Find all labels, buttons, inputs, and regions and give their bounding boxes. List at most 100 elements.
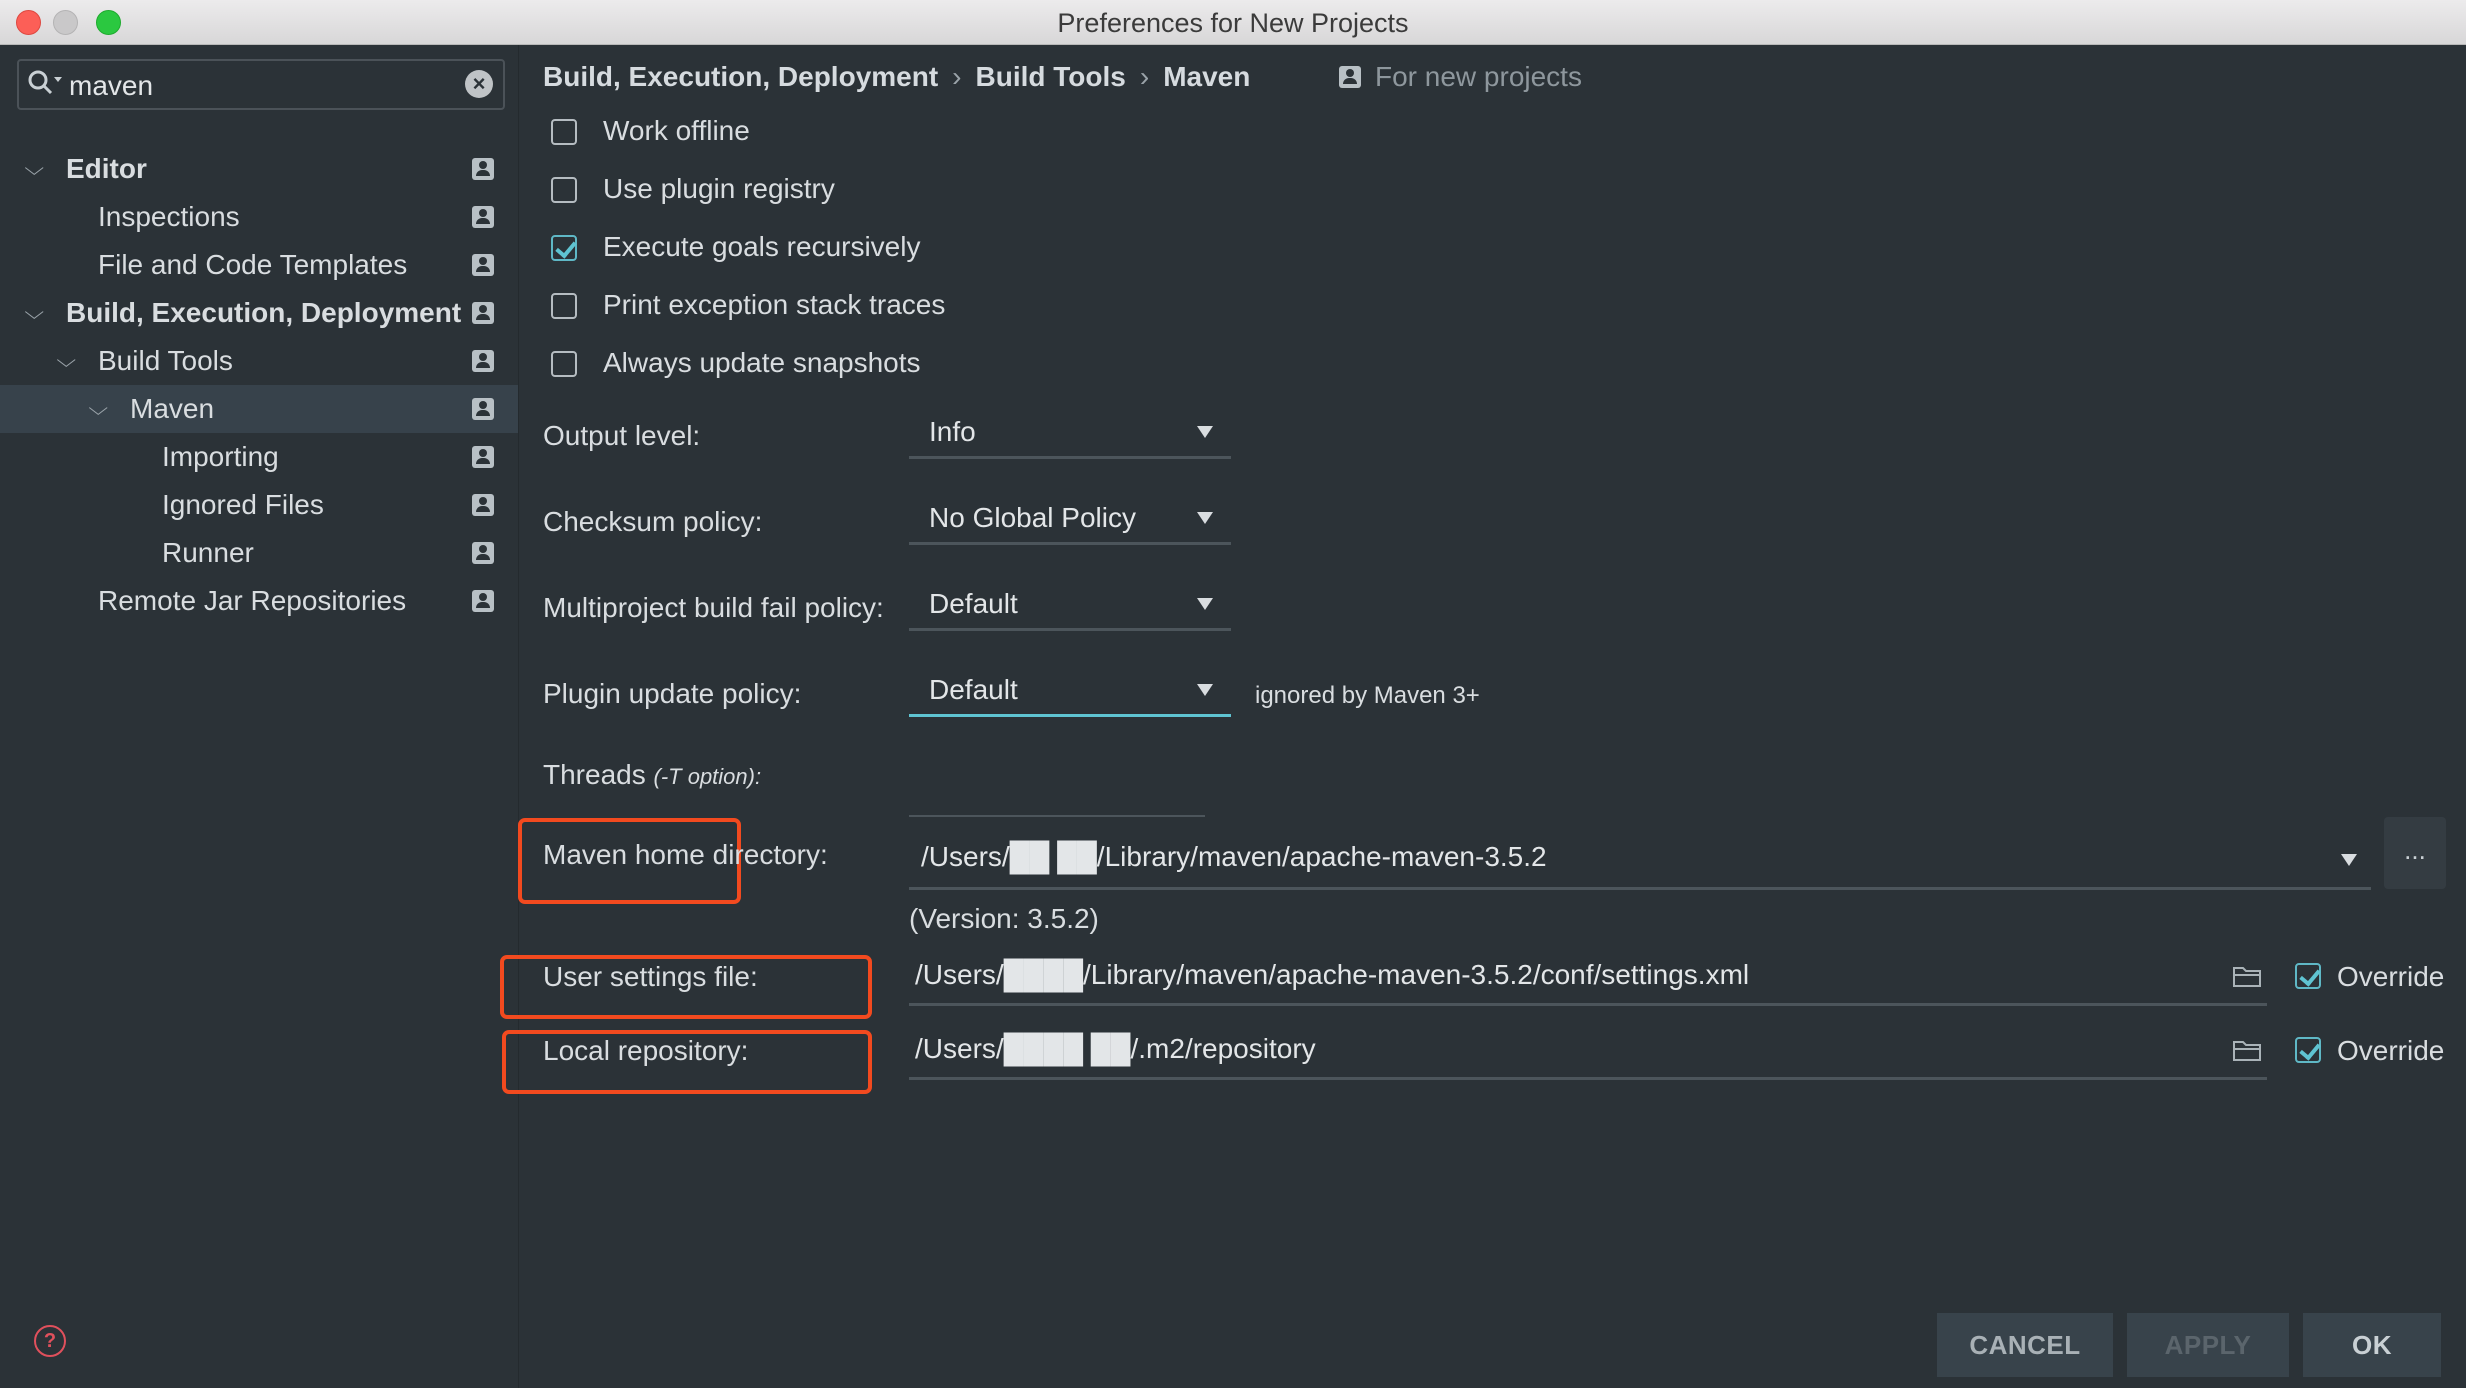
threads-input[interactable] — [909, 779, 1205, 817]
checksum-policy-select[interactable]: No Global Policy — [909, 496, 1231, 545]
checkbox-box[interactable] — [551, 235, 577, 261]
checkbox-label: Execute goals recursively — [603, 231, 921, 262]
chevron-down-icon[interactable]: ⌵ — [56, 337, 87, 385]
plugin-update-note: ignored by Maven 3+ — [1255, 682, 1480, 709]
user-settings-file-label: User settings file: — [543, 961, 758, 992]
checkbox-box[interactable] — [2295, 963, 2321, 989]
project-scope-icon — [472, 350, 494, 372]
maven-version: (Version: 3.5.2) — [909, 903, 1099, 934]
settings-search: × — [17, 59, 505, 110]
browse-maven-home-button[interactable]: ... — [2384, 817, 2446, 889]
title-bar: Preferences for New Projects — [0, 0, 2466, 45]
sidebar-item-label: Ignored Files — [162, 489, 324, 520]
sidebar-item-file-and-code-templates[interactable]: File and Code Templates — [0, 241, 518, 289]
sidebar-item-label: Maven — [130, 393, 215, 424]
chevron-down-icon[interactable]: ⌵ — [24, 289, 55, 337]
settings-sidebar: × ⌵ Editor Inspections File and Code Tem… — [0, 45, 519, 1388]
select-value: No Global Policy — [929, 502, 1136, 533]
checkbox-label: Print exception stack traces — [603, 289, 946, 320]
threads-label-text: Threads — [543, 759, 646, 790]
output-level-label: Output level: — [543, 420, 701, 451]
breadcrumb-item: Maven — [1163, 61, 1251, 92]
output-level-select[interactable]: Info — [909, 410, 1231, 459]
project-scope-icon — [472, 494, 494, 516]
sidebar-item-importing[interactable]: Importing — [0, 433, 518, 481]
apply-button[interactable]: APPLY — [2127, 1313, 2289, 1377]
sidebar-item-editor[interactable]: ⌵ Editor — [0, 145, 518, 193]
cancel-button[interactable]: CANCEL — [1937, 1313, 2113, 1377]
breadcrumb-item: Build, Execution, Deployment — [543, 61, 939, 92]
user-settings-path: /Users/████/Library/maven/apache-maven-3… — [915, 959, 1750, 990]
folder-icon[interactable] — [2233, 965, 2261, 987]
project-scope-icon — [472, 158, 494, 180]
sidebar-item-label: Editor — [66, 153, 147, 184]
dropdown-arrow-icon — [1197, 598, 1213, 610]
multiproject-fail-policy-select[interactable]: Default — [909, 582, 1231, 631]
sidebar-item-label: Importing — [162, 441, 279, 472]
dropdown-arrow-icon — [1197, 684, 1213, 696]
sidebar-item-build-execution-deployment[interactable]: ⌵ Build, Execution, Deployment — [0, 289, 518, 337]
sidebar-item-build-tools[interactable]: ⌵ Build Tools — [0, 337, 518, 385]
plugin-update-policy-select[interactable]: Default — [909, 668, 1231, 717]
help-icon[interactable]: ? — [34, 1325, 66, 1357]
clear-search-icon[interactable]: × — [465, 70, 493, 98]
maven-home-directory-combo[interactable]: /Users/██ ██/Library/maven/apache-maven-… — [909, 829, 2371, 890]
threads-hint: (-T option): — [653, 764, 762, 789]
scope-indicator: For new projects — [1339, 61, 1582, 93]
multiproject-fail-policy-label: Multiproject build fail policy: — [543, 592, 884, 623]
sidebar-item-inspections[interactable]: Inspections — [0, 193, 518, 241]
sidebar-item-label: Inspections — [98, 201, 240, 232]
project-scope-icon — [472, 206, 494, 228]
search-icon[interactable] — [27, 69, 67, 97]
select-value: Default — [929, 588, 1018, 619]
project-scope-icon — [472, 446, 494, 468]
scope-label: For new projects — [1375, 61, 1582, 92]
sidebar-item-label: File and Code Templates — [98, 249, 408, 280]
select-value: Default — [929, 674, 1018, 705]
checkbox-label: Work offline — [603, 115, 750, 146]
ok-button[interactable]: OK — [2303, 1313, 2441, 1377]
project-scope-icon — [472, 302, 494, 324]
checkbox-label: Override — [2337, 961, 2445, 992]
breadcrumb-separator: › — [1139, 61, 1150, 92]
sidebar-item-remote-jar-repositories[interactable]: Remote Jar Repositories — [0, 577, 518, 625]
checksum-policy-label: Checksum policy: — [543, 506, 763, 537]
project-scope-icon — [472, 590, 494, 612]
project-scope-icon — [472, 254, 494, 276]
checkbox-label: Always update snapshots — [603, 347, 921, 378]
checkbox-label: Use plugin registry — [603, 173, 835, 204]
dropdown-arrow-icon[interactable] — [2341, 854, 2357, 866]
search-input[interactable] — [67, 61, 451, 110]
breadcrumb: Build, Execution, Deployment › Build Tools… — [543, 61, 1250, 93]
project-scope-icon — [472, 542, 494, 564]
threads-label: Threads (-T option): — [543, 759, 761, 791]
sidebar-item-label: Build, Execution, Deployment — [66, 297, 462, 328]
dropdown-arrow-icon — [1197, 426, 1213, 438]
sidebar-item-runner[interactable]: Runner — [0, 529, 518, 577]
local-repository-field[interactable]: /Users/████ ██/.m2/repository — [909, 1027, 2267, 1080]
sidebar-item-maven[interactable]: ⌵ Maven — [0, 385, 518, 433]
select-value: Info — [929, 416, 976, 447]
dropdown-arrow-icon — [1197, 512, 1213, 524]
sidebar-item-label: Remote Jar Repositories — [98, 585, 407, 616]
project-scope-icon — [1339, 66, 1361, 88]
checkbox-box[interactable] — [551, 119, 577, 145]
breadcrumb-item: Build Tools — [975, 61, 1126, 92]
checkbox-box[interactable] — [551, 293, 577, 319]
maven-home-directory-label: Maven home directory: — [543, 839, 828, 870]
chevron-down-icon[interactable]: ⌵ — [24, 145, 55, 193]
checkbox-box[interactable] — [2295, 1037, 2321, 1063]
sidebar-item-ignored-files[interactable]: Ignored Files — [0, 481, 518, 529]
checkbox-box[interactable] — [551, 177, 577, 203]
local-repository-path: /Users/████ ██/.m2/repository — [915, 1033, 1316, 1064]
sidebar-item-label: Build Tools — [98, 345, 233, 376]
checkbox-label: Override — [2337, 1035, 2445, 1066]
folder-icon[interactable] — [2233, 1039, 2261, 1061]
breadcrumb-separator: › — [952, 61, 962, 92]
chevron-down-icon[interactable]: ⌵ — [88, 385, 119, 433]
checkbox-box[interactable] — [551, 351, 577, 377]
local-repository-label: Local repository: — [543, 1035, 749, 1066]
sidebar-item-label: Runner — [162, 537, 254, 568]
plugin-update-policy-label: Plugin update policy: — [543, 678, 802, 709]
user-settings-file-field[interactable]: /Users/████/Library/maven/apache-maven-3… — [909, 953, 2267, 1006]
